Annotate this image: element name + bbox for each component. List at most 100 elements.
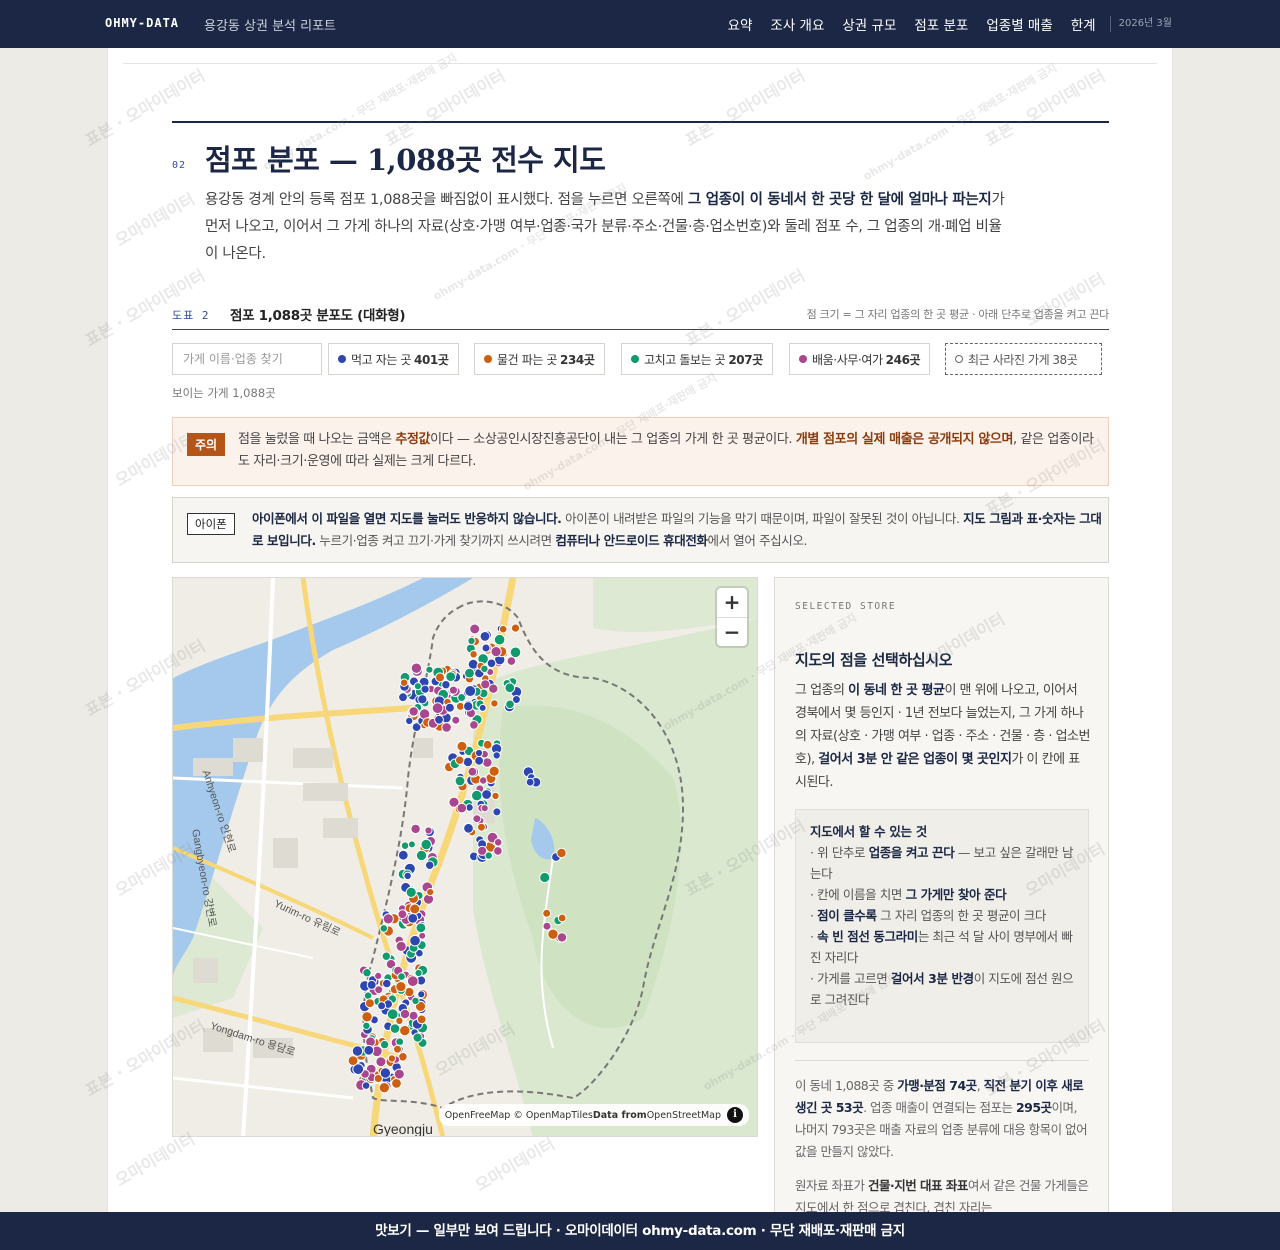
store-marker[interactable]: [415, 849, 428, 862]
store-marker[interactable]: [361, 1011, 373, 1023]
store-marker[interactable]: [382, 978, 392, 989]
store-marker[interactable]: [464, 667, 475, 679]
store-marker[interactable]: [395, 940, 407, 952]
store-marker[interactable]: [556, 932, 568, 943]
store-marker[interactable]: [379, 1039, 390, 1050]
store-marker[interactable]: [479, 776, 488, 785]
store-marker[interactable]: [408, 706, 419, 717]
store-marker[interactable]: [492, 751, 501, 760]
store-marker[interactable]: [482, 739, 493, 750]
attribution-source[interactable]: OpenStreetMap: [647, 1110, 721, 1121]
store-marker[interactable]: [463, 701, 474, 712]
nav-link-sales-by-sector[interactable]: 업종별 매출: [986, 14, 1052, 34]
store-marker[interactable]: [451, 715, 461, 725]
zoom-out-button[interactable]: −: [717, 617, 747, 646]
store-marker[interactable]: [480, 679, 491, 690]
store-marker[interactable]: [481, 643, 491, 653]
store-marker[interactable]: [389, 1023, 401, 1034]
store-marker[interactable]: [434, 714, 444, 725]
store-marker[interactable]: [467, 766, 478, 777]
store-marker[interactable]: [407, 840, 416, 849]
store-marker[interactable]: [395, 1037, 405, 1047]
store-marker[interactable]: [498, 624, 508, 634]
store-marker[interactable]: [397, 972, 406, 981]
store-search-input[interactable]: [172, 343, 322, 375]
store-marker[interactable]: [556, 847, 567, 859]
store-marker[interactable]: [445, 671, 457, 682]
filter-chip-food-lodging[interactable]: 먹고 자는 곳 401곳: [328, 343, 459, 375]
store-marker[interactable]: [403, 871, 412, 881]
store-marker[interactable]: [362, 968, 372, 978]
store-marker[interactable]: [482, 757, 493, 768]
store-marker[interactable]: [491, 791, 500, 801]
store-marker[interactable]: [363, 1044, 375, 1056]
store-marker[interactable]: [416, 1014, 427, 1025]
store-marker[interactable]: [399, 1008, 411, 1020]
store-marker[interactable]: [420, 684, 430, 694]
store-marker[interactable]: [351, 1045, 364, 1057]
store-marker[interactable]: [456, 802, 468, 814]
store-marker[interactable]: [405, 716, 414, 726]
store-marker[interactable]: [395, 981, 407, 993]
store-marker[interactable]: [478, 703, 487, 712]
store-marker[interactable]: [412, 1032, 423, 1043]
store-marker[interactable]: [426, 888, 435, 897]
store-marker[interactable]: [381, 951, 392, 961]
brand-logo[interactable]: OHMY-DATA: [105, 16, 179, 30]
store-marker[interactable]: [476, 822, 486, 832]
store-marker[interactable]: [504, 682, 516, 694]
filter-chip-closed-stores[interactable]: 최근 사라진 가게 38곳: [945, 343, 1102, 375]
store-marker[interactable]: [469, 720, 479, 730]
store-marker[interactable]: [448, 685, 458, 695]
store-marker[interactable]: [411, 996, 420, 1005]
store-marker[interactable]: [405, 886, 417, 898]
store-marker[interactable]: [364, 998, 375, 1009]
store-marker[interactable]: [493, 633, 506, 646]
store-marker[interactable]: [399, 1024, 411, 1037]
store-marker[interactable]: [417, 990, 426, 999]
filter-chip-repair-care[interactable]: 고치고 돌보는 곳 207곳: [621, 343, 773, 375]
nav-link-limitations[interactable]: 한계: [1071, 14, 1096, 34]
nav-link-market-size[interactable]: 상권 규모: [842, 14, 896, 34]
store-marker[interactable]: [481, 789, 493, 800]
store-marker[interactable]: [525, 777, 535, 787]
store-marker[interactable]: [480, 804, 489, 813]
store-marker[interactable]: [463, 822, 474, 834]
store-marker[interactable]: [510, 623, 521, 633]
store-marker[interactable]: [400, 841, 410, 851]
store-marker[interactable]: [469, 623, 481, 635]
store-marker[interactable]: [547, 928, 559, 940]
store-marker[interactable]: [456, 740, 468, 752]
store-marker[interactable]: [417, 694, 428, 705]
store-marker[interactable]: [379, 924, 389, 933]
store-marker[interactable]: [492, 807, 502, 817]
store-marker[interactable]: [406, 975, 419, 988]
store-marker[interactable]: [425, 860, 435, 870]
store-marker[interactable]: [382, 913, 394, 925]
store-marker[interactable]: [454, 775, 466, 787]
store-marker[interactable]: [488, 765, 500, 777]
store-marker[interactable]: [397, 909, 408, 920]
store-marker[interactable]: [393, 1068, 405, 1080]
store-marker[interactable]: [391, 1078, 402, 1089]
store-marker[interactable]: [435, 672, 445, 683]
nav-link-store-distribution[interactable]: 점포 분포: [914, 14, 968, 34]
store-marker[interactable]: [410, 662, 423, 674]
store-marker[interactable]: [441, 680, 451, 690]
filter-chip-retail[interactable]: 물건 파는 곳 234곳: [474, 343, 605, 375]
store-marker[interactable]: [542, 921, 552, 931]
store-marker[interactable]: [425, 665, 434, 674]
store-marker[interactable]: [469, 650, 478, 659]
store-marker[interactable]: [374, 971, 383, 980]
store-marker[interactable]: [490, 699, 499, 708]
store-marker[interactable]: [409, 903, 421, 915]
store-marker[interactable]: [379, 1067, 392, 1079]
store-marker[interactable]: [407, 913, 419, 924]
nav-link-summary[interactable]: 요약: [728, 14, 753, 34]
store-marker[interactable]: [474, 755, 485, 766]
store-marker[interactable]: [493, 846, 503, 856]
store-marker[interactable]: [467, 636, 476, 646]
store-marker[interactable]: [361, 1081, 371, 1090]
store-marker[interactable]: [464, 685, 477, 697]
store-marker[interactable]: [410, 823, 421, 835]
